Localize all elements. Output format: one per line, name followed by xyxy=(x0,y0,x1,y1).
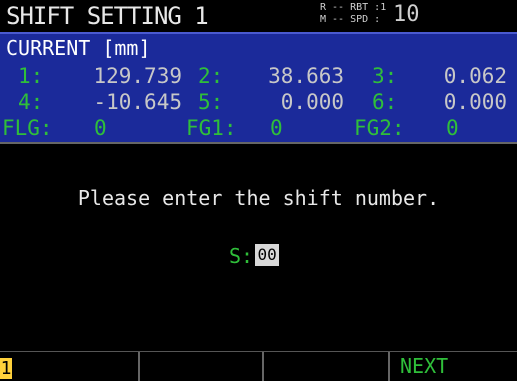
next-button-label: NEXT xyxy=(400,354,449,378)
axis-label: 4: xyxy=(18,90,44,114)
axis-value: -10.645 xyxy=(93,90,182,114)
panel-divider xyxy=(0,142,517,144)
flag-row: FLG: 0 FG1: 0 FG2: 0 xyxy=(0,116,517,142)
fkey-2[interactable] xyxy=(140,352,264,381)
axis-label: 1: xyxy=(18,64,44,88)
next-button[interactable]: NEXT xyxy=(390,352,517,381)
axis-value: 0.000 xyxy=(443,90,507,114)
axis-label: 5: xyxy=(198,90,224,114)
fkey-1[interactable]: 1 xyxy=(0,352,140,381)
screen-title: SHIFT SETTING 1 xyxy=(6,2,209,30)
axis-label: 3: xyxy=(372,64,398,88)
status-line-1: R -- RBT :1 xyxy=(320,2,387,13)
shift-number-entry[interactable]: S: 00 xyxy=(229,244,280,268)
function-key-bar: 1 NEXT xyxy=(0,351,517,381)
speed-value: 10 xyxy=(393,2,420,27)
status-indicator: R -- RBT :1 M -- SPD : xyxy=(320,2,386,26)
axis-value: 0.000 xyxy=(280,90,344,114)
flag-value: 0 xyxy=(270,116,283,140)
prompt-message: Please enter the shift number. xyxy=(77,186,440,210)
status-line-2: M -- SPD : xyxy=(320,14,381,25)
current-position-panel: CURRENT [mm] 1: 129.739 2: 38.663 3: 0.0… xyxy=(0,32,517,144)
flag-value: 0 xyxy=(446,116,459,140)
position-row: 1: 129.739 2: 38.663 3: 0.062 xyxy=(0,64,517,90)
axis-value: 0.062 xyxy=(443,64,507,88)
axis-label: 6: xyxy=(372,90,398,114)
shift-number-input[interactable]: 00 xyxy=(255,244,280,266)
axis-value: 38.663 xyxy=(268,64,344,88)
shift-number-label: S: xyxy=(229,244,254,268)
axis-value: 129.739 xyxy=(93,64,182,88)
flag-label: FG1: xyxy=(186,116,237,140)
axis-label: 2: xyxy=(198,64,224,88)
position-row: 4: -10.645 5: 0.000 6: 0.000 xyxy=(0,90,517,116)
title-bar: SHIFT SETTING 1 R -- RBT :1 M -- SPD : 1… xyxy=(0,0,517,32)
panel-header: CURRENT [mm] xyxy=(6,36,151,60)
flag-label: FG2: xyxy=(354,116,405,140)
fkey-3[interactable] xyxy=(264,352,390,381)
flag-value: 0 xyxy=(94,116,107,140)
fkey-1-label: 1 xyxy=(0,358,12,379)
teach-pendant-screen: SHIFT SETTING 1 R -- RBT :1 M -- SPD : 1… xyxy=(0,0,517,381)
flag-label: FLG: xyxy=(2,116,53,140)
